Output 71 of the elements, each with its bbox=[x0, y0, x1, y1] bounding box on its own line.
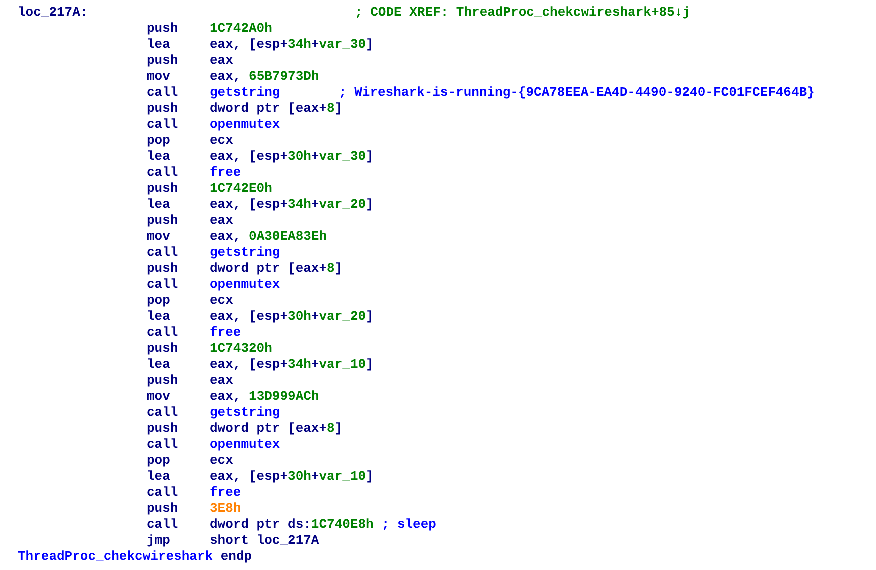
instruction-mnemonic: push bbox=[147, 341, 180, 357]
instruction-operand: openmutex bbox=[210, 277, 282, 293]
instruction-mnemonic: push bbox=[147, 213, 180, 229]
instruction-operand: eax, [esp+30h+var_30] bbox=[210, 149, 374, 165]
instruction-operand: short loc_217A bbox=[210, 533, 320, 549]
instruction-mnemonic: call bbox=[147, 165, 180, 181]
instruction-operand: getstring bbox=[210, 85, 282, 101]
instruction-operand: openmutex bbox=[210, 437, 282, 453]
instruction-operand: dword ptr [eax+8] bbox=[210, 421, 343, 437]
instruction-mnemonic: pop bbox=[147, 453, 172, 469]
instruction-mnemonic: lea bbox=[147, 37, 172, 53]
instruction-mnemonic: push bbox=[147, 261, 180, 277]
xref-comment: ; CODE XREF: ThreadProc_chekcwireshark+85↓j bbox=[355, 5, 690, 21]
instruction-operand: ecx bbox=[210, 293, 234, 309]
instruction-mnemonic: lea bbox=[147, 357, 172, 373]
instruction-operand: 1C742E0h bbox=[210, 181, 274, 197]
instruction-mnemonic: jmp bbox=[147, 533, 172, 549]
instruction-mnemonic: mov bbox=[147, 389, 172, 405]
code-comment: ; sleep bbox=[382, 517, 436, 533]
instruction-mnemonic: mov bbox=[147, 229, 172, 245]
instruction-operand: openmutex bbox=[210, 117, 282, 133]
instruction-mnemonic: pop bbox=[147, 133, 172, 149]
instruction-operand: eax, [esp+34h+var_30] bbox=[210, 37, 374, 53]
instruction-operand: eax bbox=[210, 53, 234, 69]
instruction-operand: 1C74320h bbox=[210, 341, 274, 357]
instruction-operand: ecx bbox=[210, 453, 234, 469]
code-comment: ; Wireshark-is-running-{9CA78EEA-EA4D-4490-9240-FC01FCEF464B} bbox=[339, 85, 815, 101]
instruction-operand: 3E8h bbox=[210, 501, 242, 517]
instruction-operand: dword ptr [eax+8] bbox=[210, 101, 343, 117]
instruction-mnemonic: call bbox=[147, 245, 180, 261]
instruction-mnemonic: push bbox=[147, 101, 180, 117]
instruction-operand: free bbox=[210, 485, 242, 501]
instruction-operand: eax, [esp+30h+var_10] bbox=[210, 469, 374, 485]
instruction-mnemonic: lea bbox=[147, 469, 172, 485]
instruction-mnemonic: pop bbox=[147, 293, 172, 309]
instruction-mnemonic: call bbox=[147, 277, 180, 293]
instruction-mnemonic: call bbox=[147, 325, 180, 341]
instruction-mnemonic: push bbox=[147, 373, 180, 389]
instruction-operand: ecx bbox=[210, 133, 234, 149]
instruction-mnemonic: push bbox=[147, 501, 180, 517]
instruction-operand: getstring bbox=[210, 245, 282, 261]
instruction-operand: eax bbox=[210, 213, 234, 229]
instruction-mnemonic: lea bbox=[147, 309, 172, 325]
instruction-operand: dword ptr [eax+8] bbox=[210, 261, 343, 277]
instruction-operand: eax, 0A30EA83Eh bbox=[210, 229, 328, 245]
instruction-operand: eax, [esp+30h+var_20] bbox=[210, 309, 374, 325]
instruction-mnemonic: lea bbox=[147, 149, 172, 165]
instruction-operand: eax bbox=[210, 373, 234, 389]
instruction-operand: getstring bbox=[210, 405, 282, 421]
instruction-mnemonic: push bbox=[147, 421, 180, 437]
code-label: loc_217A: bbox=[18, 5, 90, 21]
instruction-operand: eax, 13D999ACh bbox=[210, 389, 320, 405]
instruction-mnemonic: lea bbox=[147, 197, 172, 213]
instruction-mnemonic: call bbox=[147, 517, 180, 533]
instruction-operand: free bbox=[210, 325, 242, 341]
instruction-operand: 1C742A0h bbox=[210, 21, 274, 37]
instruction-mnemonic: push bbox=[147, 181, 180, 197]
instruction-operand: eax, [esp+34h+var_20] bbox=[210, 197, 374, 213]
instruction-mnemonic: call bbox=[147, 85, 180, 101]
instruction-operand: free bbox=[210, 165, 242, 181]
instruction-mnemonic: push bbox=[147, 53, 180, 69]
procedure-end: ThreadProc_chekcwireshark endp bbox=[18, 549, 252, 565]
instruction-operand: eax, [esp+34h+var_10] bbox=[210, 357, 374, 373]
instruction-mnemonic: call bbox=[147, 117, 180, 133]
instruction-mnemonic: call bbox=[147, 405, 180, 421]
instruction-operand: dword ptr ds:1C740E8h bbox=[210, 517, 374, 533]
instruction-mnemonic: mov bbox=[147, 69, 172, 85]
instruction-mnemonic: call bbox=[147, 437, 180, 453]
instruction-operand: eax, 65B7973Dh bbox=[210, 69, 320, 85]
instruction-mnemonic: push bbox=[147, 21, 180, 37]
instruction-mnemonic: call bbox=[147, 485, 180, 501]
